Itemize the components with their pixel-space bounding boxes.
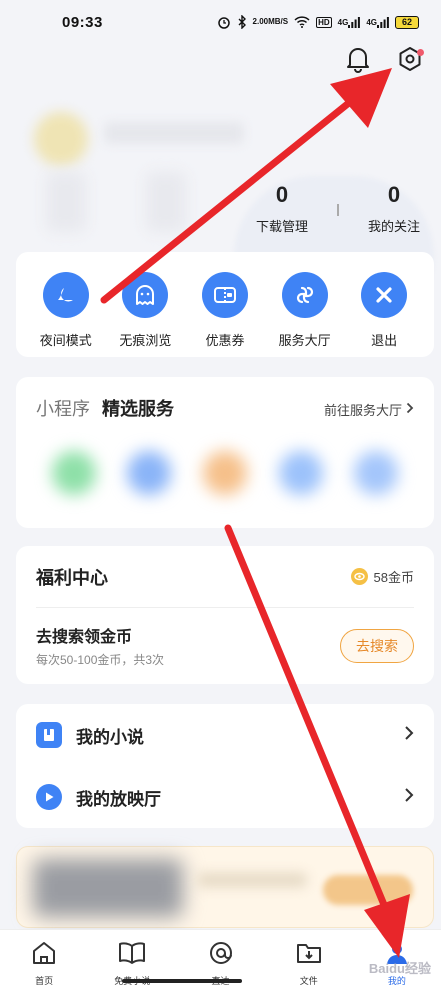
ghost-icon xyxy=(122,272,169,318)
welfare-title: 福利中心 xyxy=(36,567,108,588)
blurred-stat xyxy=(146,172,186,232)
folder-icon xyxy=(295,940,323,971)
close-icon xyxy=(361,272,408,318)
coupon-icon xyxy=(201,272,248,318)
task-text: 去搜索领金币 每次50-100金币，共3次 xyxy=(36,623,164,668)
bluetooth-icon xyxy=(237,15,247,29)
mini-programs-list xyxy=(36,451,414,495)
shortcut-label: 服务大厅 xyxy=(278,333,331,348)
goto-service-hall-label: 前往服务大厅 xyxy=(323,403,402,418)
banner-text-blurred xyxy=(197,873,307,887)
status-icons: 2.00 MB/S HD 4G 4G 62 xyxy=(217,15,419,29)
home-indicator xyxy=(122,979,242,983)
blurred-stat xyxy=(46,172,86,232)
welfare-header: 福利中心 58金币 xyxy=(36,546,414,608)
net-speed-unit: MB/S xyxy=(268,17,289,26)
stat-label: 下载管理 xyxy=(255,219,308,234)
mini-program-item[interactable] xyxy=(278,451,323,495)
status-time: 09:33 xyxy=(62,13,103,31)
my-novels-label: 我的小说 xyxy=(76,727,144,747)
net-speed: 2.00 MB/S xyxy=(253,18,289,26)
username-blurred[interactable] xyxy=(104,122,244,144)
tab-label: 文件 xyxy=(299,976,318,986)
banner-image xyxy=(33,859,183,917)
banner-button[interactable] xyxy=(323,875,413,905)
stat-value: 0 xyxy=(275,182,289,207)
avatar[interactable] xyxy=(34,112,88,166)
header-actions xyxy=(343,44,425,78)
shortcut-night-mode[interactable]: 夜间模式 xyxy=(31,272,101,357)
my-theater-row[interactable]: 我的放映厅 xyxy=(16,766,434,828)
featured-services-tab[interactable]: 精选服务 xyxy=(102,395,174,421)
wifi-icon xyxy=(294,16,310,28)
signal-icon-2: 4G xyxy=(366,16,389,28)
tab-home[interactable]: 首页 xyxy=(0,930,88,989)
stat-value: 0 xyxy=(387,182,401,207)
mini-programs-tab[interactable]: 小程序 xyxy=(36,395,90,421)
download-manager[interactable]: 0 下载管理 xyxy=(232,182,332,235)
coin-icon xyxy=(350,568,368,585)
mini-program-item[interactable] xyxy=(202,451,247,495)
promo-banner[interactable] xyxy=(16,846,434,928)
shortcut-service-hall[interactable]: 服务大厅 xyxy=(270,272,340,357)
shortcut-label: 无痕浏览 xyxy=(119,333,172,348)
shortcut-incognito[interactable]: 无痕浏览 xyxy=(110,272,180,357)
my-novels-row[interactable]: 我的小说 xyxy=(16,704,434,766)
book-icon xyxy=(36,722,62,748)
mini-program-item[interactable] xyxy=(51,451,96,495)
search-task: 去搜索领金币 每次50-100金币，共3次 去搜索 xyxy=(36,608,414,683)
task-subtitle: 每次50-100金币，共3次 xyxy=(36,653,165,667)
watermark: Baidu经验 xyxy=(368,961,431,976)
night-mode-icon xyxy=(42,272,89,318)
shortcut-label: 夜间模式 xyxy=(39,333,92,348)
service-hall-icon xyxy=(281,272,328,318)
battery-indicator: 62 xyxy=(395,15,419,29)
shortcuts-card: 夜间模式 无痕浏览 优惠券 服务大厅 退出 xyxy=(16,252,434,357)
mini-programs-header: 小程序 精选服务 前往服务大厅 xyxy=(36,395,414,421)
shortcut-coupon[interactable]: 优惠券 xyxy=(190,272,260,357)
coin-balance-label: 58金币 xyxy=(373,570,414,585)
home-icon xyxy=(31,940,57,971)
my-follows[interactable]: 0 我的关注 xyxy=(344,182,441,235)
hd-badge: HD xyxy=(316,16,332,28)
shortcut-label: 优惠券 xyxy=(205,333,245,348)
alarm-icon xyxy=(217,15,231,29)
signal-icon-1: 4G xyxy=(337,16,361,28)
stat-divider xyxy=(337,204,339,216)
settings-button[interactable] xyxy=(395,44,425,78)
goto-service-hall-link[interactable]: 前往服务大厅 xyxy=(324,400,414,419)
chevron-right-icon xyxy=(404,787,414,808)
mini-programs-card: 小程序 精选服务 前往服务大厅 xyxy=(16,377,434,528)
stat-label: 我的关注 xyxy=(367,219,420,234)
task-title: 去搜索领金币 xyxy=(36,629,133,646)
settings-red-dot xyxy=(417,49,424,56)
go-search-button[interactable]: 去搜索 xyxy=(340,628,414,663)
play-icon xyxy=(36,784,62,810)
status-bar: 09:33 2.00 MB/S HD 4G 4G 62 xyxy=(0,0,441,44)
my-links-card: 我的小说 我的放映厅 xyxy=(16,704,434,828)
mini-program-item[interactable] xyxy=(127,451,172,495)
shortcut-label: 退出 xyxy=(371,333,398,348)
signal-label-1: 4G xyxy=(337,17,349,27)
notification-button[interactable] xyxy=(343,44,373,78)
tab-files[interactable]: 文件 xyxy=(265,930,353,989)
tab-label: 首页 xyxy=(35,976,54,986)
mini-program-item[interactable] xyxy=(354,451,399,495)
chevron-right-icon xyxy=(406,402,414,417)
chevron-right-icon xyxy=(404,725,414,746)
welfare-card: 福利中心 58金币 去搜索领金币 每次50-100金币，共3次 去搜索 xyxy=(16,546,434,684)
my-theater-label: 我的放映厅 xyxy=(76,789,161,809)
coin-balance[interactable]: 58金币 xyxy=(350,567,414,586)
open-book-icon xyxy=(118,940,146,971)
shortcut-logout[interactable]: 退出 xyxy=(349,272,419,357)
direct-icon xyxy=(208,940,234,971)
bell-icon xyxy=(345,45,371,78)
signal-label-2: 4G xyxy=(366,17,377,27)
profile-section: 0 下载管理 0 我的关注 xyxy=(18,96,434,336)
net-speed-value: 2.00 xyxy=(252,17,269,26)
